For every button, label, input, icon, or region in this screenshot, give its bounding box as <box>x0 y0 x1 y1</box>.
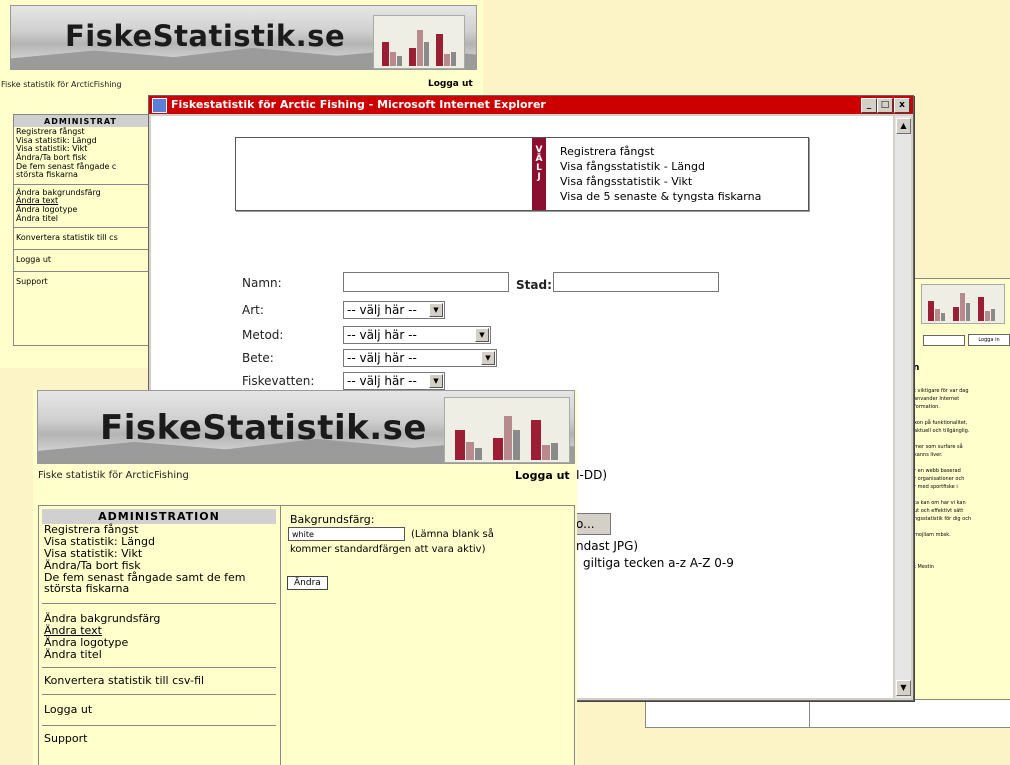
namn-input[interactable] <box>343 272 509 292</box>
art-select-value: -- välj här -- <box>347 303 417 317</box>
right-footer-col <box>809 699 810 727</box>
fiskevatten-label: Fiskevatten: <box>242 374 315 388</box>
header-banner: FiskeStatistik.se <box>37 390 575 464</box>
right-text-line: anvander Internet <box>914 396 960 402</box>
stad-label: Stad: <box>516 278 552 292</box>
right-text-line: mojliam mbsk. <box>914 532 951 538</box>
right-text-line: ut och effektivt sätt <box>914 508 964 514</box>
menu-titel[interactable]: Ändra titel <box>44 648 274 661</box>
right-text-line: xon på funktionalitet, <box>914 420 968 426</box>
right-text-line <box>914 411 971 419</box>
right-text-line <box>914 539 971 547</box>
menu-storsta[interactable]: största fiskarna <box>44 583 276 595</box>
right-text-line <box>914 523 971 531</box>
menu-vikt[interactable]: Visa statistik: Vikt <box>44 547 276 560</box>
settings-hint-1: (Lämna blank så <box>411 529 494 540</box>
right-text-line <box>914 435 971 443</box>
nav-langd[interactable]: Visa fångsstatistik - Längd <box>560 159 761 174</box>
ie-title: Fiskestatistik för Arctic Fishing - Micr… <box>171 98 546 111</box>
metod-label: Metod: <box>242 328 284 342</box>
nav-senaste[interactable]: Visa de 5 senaste & tyngsta fiskarna <box>560 189 761 204</box>
jpg-hint: ndast JPG) <box>576 539 639 553</box>
right-text-line: mer som surfare så <box>914 444 963 450</box>
site-tagline: Fiske statistik för ArcticFishing <box>1 80 122 89</box>
dropdown-arrow-icon[interactable]: ▼ <box>429 303 443 317</box>
valj-letter: J <box>537 172 541 182</box>
login-field[interactable] <box>923 335 965 346</box>
stad-input[interactable] <box>553 272 719 292</box>
andra-button[interactable]: Ändra <box>287 576 328 590</box>
settings-label: Bakgrundsfärg: <box>290 513 375 526</box>
nav-links: Registrera fångst Visa fångsstatistik - … <box>560 144 761 204</box>
menu-logout[interactable]: Logga ut <box>44 703 274 716</box>
bgcolor-input[interactable]: white <box>288 527 405 541</box>
right-text-line: ta kan om har vi kan <box>914 500 966 506</box>
menu-andra-fisk[interactable]: Ändra/Ta bort fisk <box>44 559 276 572</box>
right-text-line: formation. <box>914 404 940 410</box>
bete-select-value: -- välj här -- <box>347 351 417 365</box>
menu-langd[interactable]: Visa statistik: Längd <box>44 535 276 548</box>
metod-select-value: -- välj här -- <box>347 328 417 342</box>
fiskevatten-select-value: -- välj här -- <box>347 374 417 388</box>
right-text-line: t Mestin <box>914 564 935 570</box>
nav-registrera[interactable]: Registrera fångst <box>560 144 761 159</box>
right-text-lines: t viktigare för var dag anvander Internet… <box>914 387 971 571</box>
site-brand: FiskeStatistik.se <box>65 19 346 53</box>
dropdown-arrow-icon[interactable]: ▼ <box>429 374 443 388</box>
ie-titlebar[interactable]: Fiskestatistik för Arctic Fishing - Micr… <box>149 96 913 114</box>
menu-convert[interactable]: Konvertera statistik till csv-fil <box>44 674 274 687</box>
vertical-scrollbar[interactable]: ▲ ▼ <box>895 116 911 698</box>
right-text-line: ngsstatistik för dig och <box>914 516 972 522</box>
nav-vikt[interactable]: Visa fångsstatistik - Vikt <box>560 174 761 189</box>
right-text-line: t viktigare för var dag <box>914 388 969 394</box>
right-text-line: r organisationer och <box>914 476 965 482</box>
menu-heading: ADMINISTRATION <box>42 509 276 524</box>
fiskevatten-select[interactable]: -- välj här -- ▼ <box>343 372 445 390</box>
art-label: Art: <box>242 303 264 317</box>
right-logo-icon <box>921 284 1005 324</box>
valj-label: V Ä L J <box>532 138 546 210</box>
minimize-button[interactable]: _ <box>861 98 877 113</box>
scroll-down-icon[interactable]: ▼ <box>896 680 911 696</box>
bete-select[interactable]: -- välj här -- ▼ <box>343 349 497 367</box>
chars-hint: giltiga tecken a-z A-Z 0-9 <box>583 556 734 570</box>
right-text-line: r med sportfiske i <box>914 484 958 490</box>
right-text-line <box>914 555 971 563</box>
art-select[interactable]: -- välj här -- ▼ <box>343 301 445 319</box>
right-text-line: aktuell och tillgänglig. <box>914 428 970 434</box>
right-text-line <box>914 547 971 555</box>
maximize-button[interactable]: □ <box>877 98 893 113</box>
right-text-line <box>914 459 971 467</box>
browse-button[interactable]: o... <box>576 513 611 535</box>
close-button[interactable]: x <box>894 98 910 113</box>
right-text-line <box>914 491 971 499</box>
date-hint: I-DD) <box>576 468 608 482</box>
site-brand: FiskeStatistik.se <box>100 408 427 448</box>
menu-support[interactable]: Support <box>44 732 274 745</box>
header-banner: FiskeStatistik.se <box>10 5 477 70</box>
namn-label: Namn: <box>242 276 282 290</box>
scroll-up-icon[interactable]: ▲ <box>896 118 911 134</box>
nav-box: V Ä L J Registrera fångst Visa fångsstat… <box>235 137 809 211</box>
bar-chart-logo-icon <box>373 15 465 69</box>
metod-select[interactable]: -- välj här -- ▼ <box>343 326 491 344</box>
right-text-line: kanns liver. <box>914 452 943 458</box>
dropdown-arrow-icon[interactable]: ▼ <box>481 351 495 365</box>
bete-label: Bete: <box>242 351 274 365</box>
right-text-line: r en webb baserad <box>914 468 961 474</box>
login-button[interactable]: Logga in <box>968 334 1010 346</box>
dropdown-arrow-icon[interactable]: ▼ <box>475 328 489 342</box>
bar-chart-logo-icon <box>444 397 570 463</box>
logout-link[interactable]: Logga ut <box>515 469 570 482</box>
ie-logo-icon <box>152 98 167 113</box>
settings-hint-2: kommer standardfärgen att vara aktiv) <box>290 544 486 555</box>
logout-link[interactable]: Logga ut <box>428 79 473 89</box>
site-tagline: Fiske statistik för ArcticFishing <box>38 470 189 481</box>
admin-menu: ADMINISTRATION Registrera fångst Visa st… <box>38 505 281 765</box>
front-admin-window: FiskeStatistik.se Fiske statistik för Ar… <box>33 390 577 765</box>
